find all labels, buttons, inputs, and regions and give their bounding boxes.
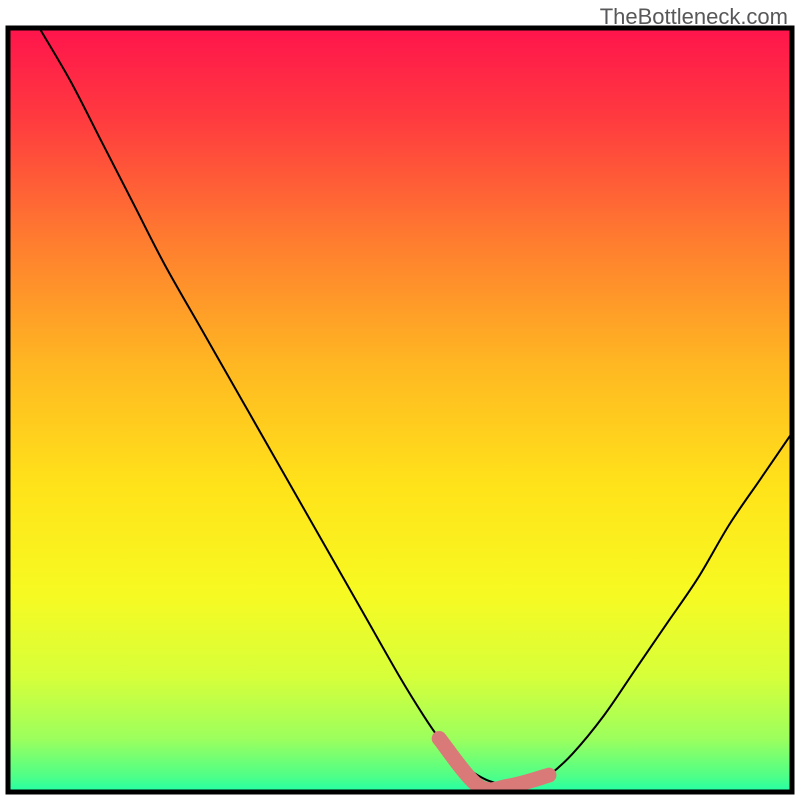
watermark-text: TheBottleneck.com [600, 4, 788, 30]
bottleneck-chart [0, 0, 800, 800]
chart-container: TheBottleneck.com [0, 0, 800, 800]
